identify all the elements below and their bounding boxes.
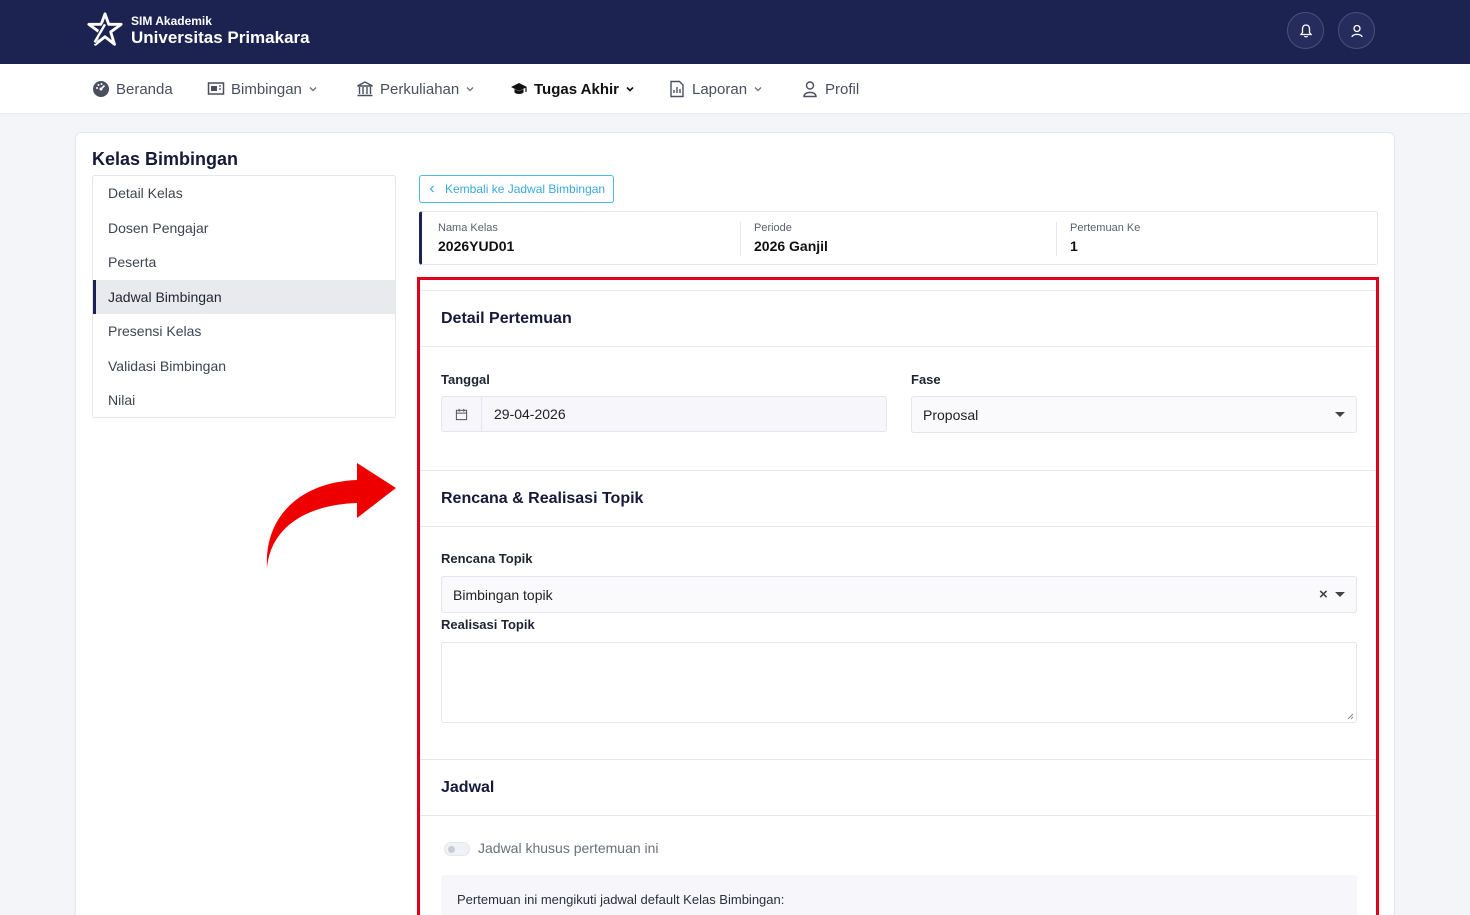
brand-title: Universitas Primakara bbox=[131, 28, 310, 47]
graduation-cap-icon bbox=[511, 83, 527, 94]
realisasi-topik-label: Realisasi Topik bbox=[441, 617, 535, 632]
account-button[interactable] bbox=[1338, 12, 1375, 49]
sidebar-item-dosen-pengajar[interactable]: Dosen Pengajar bbox=[93, 211, 395, 246]
info-label: Nama Kelas bbox=[438, 222, 498, 234]
info-label: Periode bbox=[754, 222, 792, 234]
brand-subtitle: SIM Akademik bbox=[131, 14, 212, 28]
bell-icon bbox=[1299, 23, 1312, 37]
nav-label: Profil bbox=[825, 80, 860, 98]
back-button-label: Kembali ke Jadwal Bimbingan bbox=[445, 182, 606, 196]
page-title: Kelas Bimbingan bbox=[92, 149, 239, 169]
nav-tugas-akhir[interactable]: Tugas Akhir bbox=[510, 64, 635, 114]
rencana-topik-label: Rencana Topik bbox=[441, 551, 533, 566]
date-icon-wrap bbox=[442, 397, 482, 431]
default-schedule-note: Pertemuan ini mengikuti jadwal default K… bbox=[441, 875, 1357, 915]
realisasi-topik-textarea[interactable] bbox=[441, 642, 1357, 723]
section-rencana-realisasi: Rencana & Realisasi Topik bbox=[420, 470, 1376, 527]
chevron-down-icon bbox=[626, 86, 634, 92]
divider bbox=[740, 222, 741, 256]
classroom-icon bbox=[207, 82, 225, 95]
jadwal-khusus-label: Jadwal khusus pertemuan ini bbox=[478, 840, 659, 856]
star-logo-icon bbox=[87, 12, 123, 46]
nav-beranda[interactable]: Beranda bbox=[92, 64, 173, 114]
caret-down-icon bbox=[1335, 592, 1345, 597]
sidebar-item-nilai[interactable]: Nilai bbox=[93, 383, 395, 418]
caret-down-icon bbox=[1335, 412, 1345, 417]
user-icon bbox=[803, 81, 817, 98]
rencana-topik-select[interactable]: Bimbingan topik × bbox=[441, 576, 1357, 613]
sidebar-item-jadwal-bimbingan[interactable]: Jadwal Bimbingan bbox=[93, 279, 395, 314]
section-detail-pertemuan: Detail Pertemuan bbox=[420, 290, 1376, 347]
info-value: 2026 Ganjil bbox=[754, 238, 828, 254]
notifications-button[interactable] bbox=[1287, 12, 1324, 49]
brand[interactable]: SIM Akademik Universitas Primakara bbox=[86, 11, 310, 51]
chevron-down-icon bbox=[466, 87, 474, 92]
info-pertemuan: Pertemuan Ke 1 bbox=[1070, 212, 1140, 266]
back-to-schedule-button[interactable]: Kembali ke Jadwal Bimbingan bbox=[419, 175, 615, 203]
sidebar-item-presensi-kelas[interactable]: Presensi Kelas bbox=[93, 314, 395, 349]
nav-perkuliahan[interactable]: Perkuliahan bbox=[356, 64, 475, 114]
tanggal-input[interactable]: 29-04-2026 bbox=[441, 396, 887, 432]
nav-profil[interactable]: Profil bbox=[801, 64, 859, 114]
dashboard-icon bbox=[93, 81, 109, 97]
chevron-down-icon bbox=[309, 87, 317, 92]
nav-label: Bimbingan bbox=[231, 80, 302, 98]
tanggal-label: Tanggal bbox=[441, 372, 490, 387]
info-label: Pertemuan Ke bbox=[1070, 222, 1141, 234]
nav-laporan[interactable]: Laporan bbox=[668, 64, 763, 114]
sidebar-item-validasi-bimbingan[interactable]: Validasi Bimbingan bbox=[93, 349, 395, 384]
chevron-down-icon bbox=[754, 87, 762, 92]
tanggal-value: 29-04-2026 bbox=[494, 406, 566, 422]
fase-label: Fase bbox=[911, 372, 941, 387]
info-nama-kelas: Nama Kelas 2026YUD01 bbox=[438, 212, 514, 266]
nav-label: Perkuliahan bbox=[380, 80, 460, 98]
fase-select[interactable]: Proposal bbox=[911, 396, 1357, 433]
class-info-bar: Nama Kelas 2026YUD01 Periode 2026 Ganjil… bbox=[419, 211, 1378, 265]
jadwal-khusus-toggle[interactable] bbox=[444, 842, 470, 856]
section-jadwal: Jadwal bbox=[420, 759, 1376, 816]
info-value: 2026YUD01 bbox=[438, 238, 515, 254]
resize-grip-icon[interactable] bbox=[1346, 712, 1354, 720]
top-bar: SIM Akademik Universitas Primakara bbox=[0, 0, 1470, 64]
rencana-topik-value: Bimbingan topik bbox=[453, 587, 553, 603]
nav-label: Beranda bbox=[116, 80, 173, 98]
highlight-frame: Detail Pertemuan Tanggal 29-04-2026 Fase… bbox=[417, 277, 1379, 915]
chevron-left-icon bbox=[429, 185, 434, 193]
calendar-icon bbox=[455, 408, 468, 420]
sidebar-item-peserta[interactable]: Peserta bbox=[93, 245, 395, 280]
main-nav: Beranda Bimbingan Perkuliahan Tugas Akhi… bbox=[0, 64, 1470, 114]
divider bbox=[1056, 222, 1057, 256]
class-sidebar: Detail Kelas Dosen Pengajar Peserta Jadw… bbox=[92, 175, 396, 418]
info-value: 1 bbox=[1070, 238, 1078, 254]
info-periode: Periode 2026 Ganjil bbox=[754, 212, 828, 266]
report-icon bbox=[670, 80, 684, 98]
user-icon bbox=[1350, 24, 1363, 37]
annotation-arrow-icon bbox=[266, 463, 396, 568]
nav-label: Laporan bbox=[692, 80, 748, 98]
clear-icon[interactable]: × bbox=[1319, 586, 1328, 603]
sidebar-item-detail-kelas[interactable]: Detail Kelas bbox=[93, 176, 395, 211]
building-icon bbox=[357, 81, 373, 97]
nav-label: Tugas Akhir bbox=[534, 80, 620, 98]
nav-bimbingan[interactable]: Bimbingan bbox=[207, 64, 318, 114]
fase-value: Proposal bbox=[923, 407, 979, 423]
